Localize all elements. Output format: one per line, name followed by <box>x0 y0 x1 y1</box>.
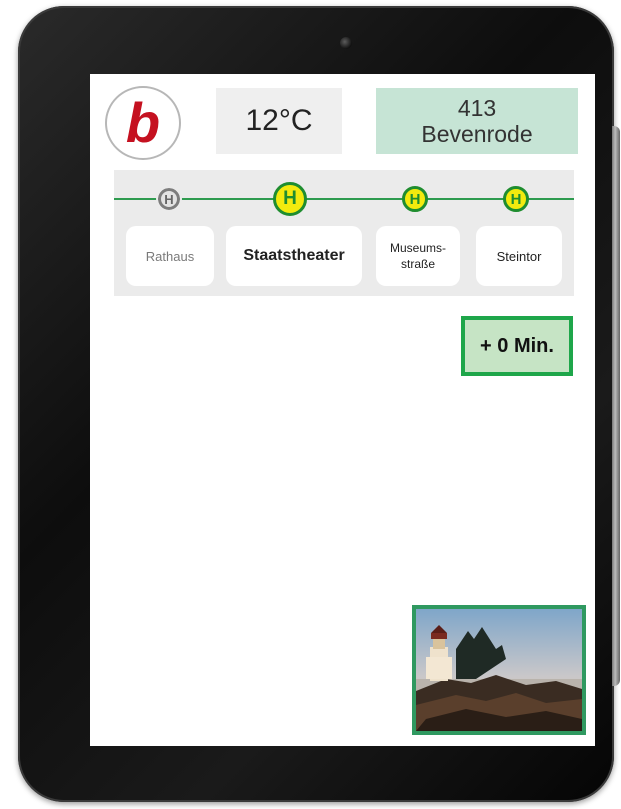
lighthouse-image <box>416 609 582 731</box>
stop-symbol: H <box>164 191 174 207</box>
stop-card-steintor[interactable]: Steintor <box>476 226 562 286</box>
temperature-display: 12°C <box>216 88 342 154</box>
stop-name-line2: straße <box>400 257 435 271</box>
bus-stop-icon: H <box>503 186 529 212</box>
delay-badge: + 0 Min. <box>461 316 573 376</box>
route-display: 413 Bevenrode <box>376 88 578 154</box>
stop-symbol: H <box>283 188 297 209</box>
stop-card-rathaus[interactable]: Rathaus <box>126 226 214 286</box>
stop-symbol: H <box>409 190 421 208</box>
stop-card-museumsstrasse[interactable]: Museums- straße <box>376 226 460 286</box>
screen: b 12°C 413 Bevenrode H H H H Rathaus Sta… <box>90 74 595 746</box>
stops-panel: H H H H Rathaus Staatstheater Museums- s… <box>114 170 574 296</box>
brand-logo: b <box>105 86 181 160</box>
logo-letter: b <box>125 91 161 154</box>
bus-stop-icon: H <box>402 186 428 212</box>
bus-stop-icon: H <box>156 186 182 212</box>
lighthouse-photo <box>412 605 586 735</box>
tablet-frame: b 12°C 413 Bevenrode H H H H Rathaus Sta… <box>18 6 620 802</box>
stop-name: Steintor <box>496 248 542 264</box>
camera-icon <box>340 37 352 49</box>
route-number: 413 <box>457 94 497 121</box>
stop-card-staatstheater[interactable]: Staatstheater <box>226 226 362 286</box>
stop-name: Staatstheater <box>243 247 345 264</box>
stop-name: Rathaus <box>145 248 195 264</box>
route-destination: Bevenrode <box>421 121 533 147</box>
stop-name: Museums- <box>389 240 446 255</box>
stop-symbol: H <box>510 190 522 208</box>
bus-stop-icon: H <box>273 182 307 216</box>
